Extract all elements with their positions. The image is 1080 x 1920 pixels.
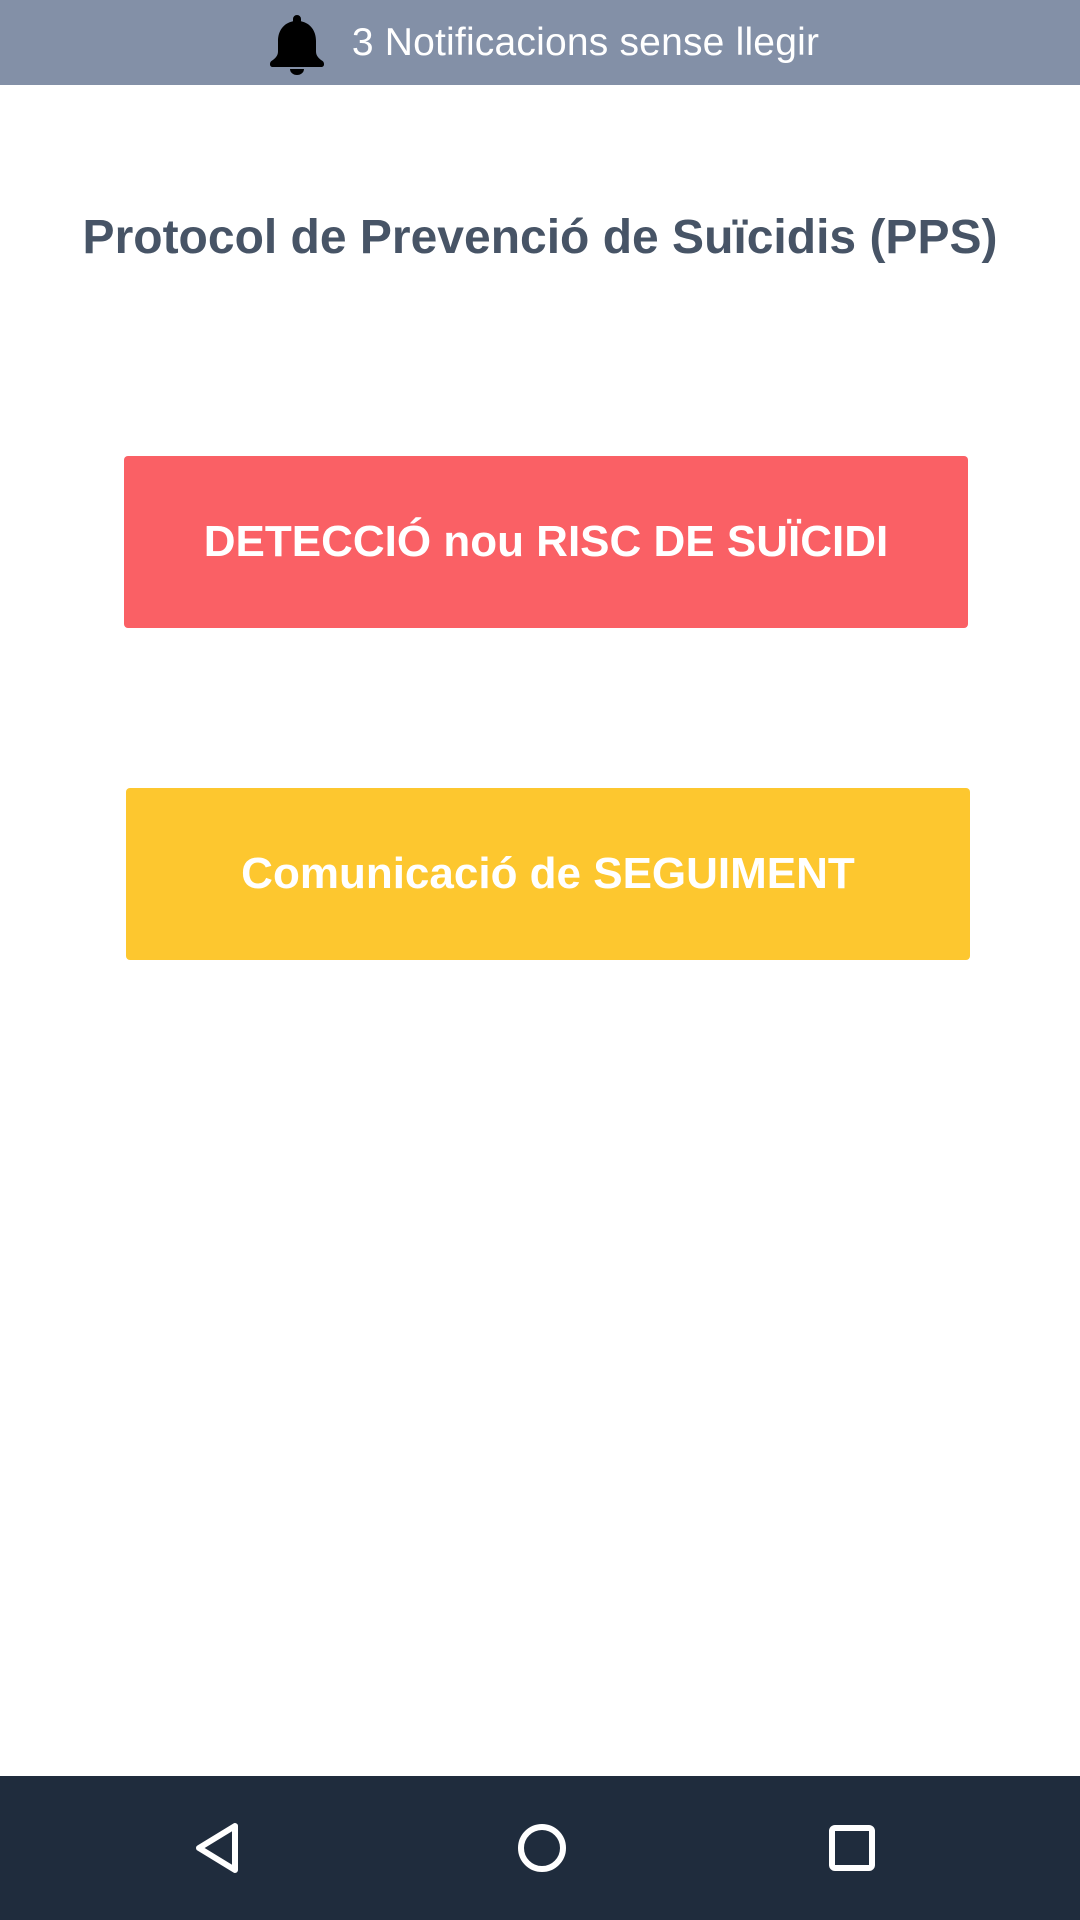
new-suicide-risk-detection-label: DETECCIÓ nou RISC DE SUÏCIDI: [203, 517, 889, 566]
notifications-content: 3 Notificacions sense llegir: [264, 10, 819, 76]
notifications-banner[interactable]: 3 Notificacions sense llegir: [0, 0, 1080, 85]
system-navigation-bar: [0, 1776, 1080, 1920]
recents-icon: [824, 1820, 880, 1876]
follow-up-communication-button[interactable]: Comunicació de SEGUIMENT: [126, 788, 970, 960]
home-icon: [514, 1820, 570, 1876]
new-suicide-risk-detection-button[interactable]: DETECCIÓ nou RISC DE SUÏCIDI: [124, 456, 968, 628]
recents-button[interactable]: [782, 1776, 922, 1920]
notifications-text: 3 Notificacions sense llegir: [351, 21, 820, 64]
back-icon: [190, 1820, 246, 1876]
bell-icon: [264, 10, 330, 76]
follow-up-communication-label: Comunicació de SEGUIMENT: [241, 849, 855, 898]
page-title: Protocol de Prevenció de Suïcidis (PPS): [82, 211, 998, 264]
home-button[interactable]: [472, 1776, 612, 1920]
back-button[interactable]: [148, 1776, 288, 1920]
